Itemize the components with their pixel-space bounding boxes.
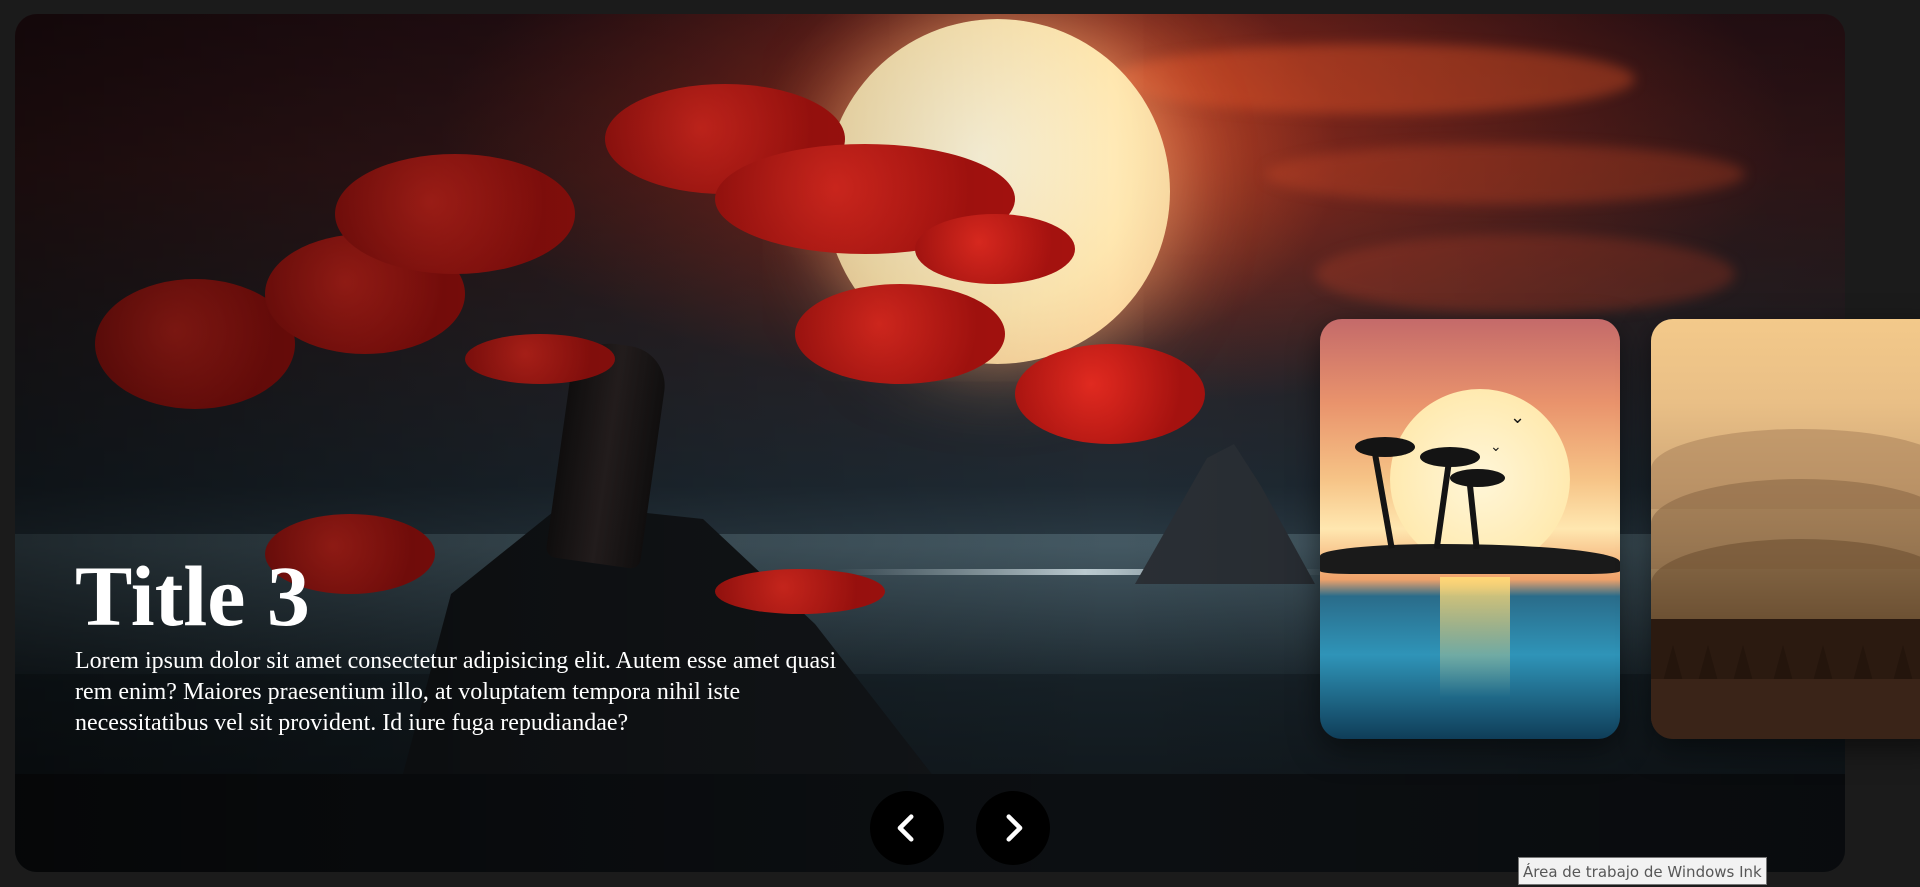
prev-slide-button[interactable] (870, 791, 944, 865)
slide-title: Title 3 (75, 548, 310, 644)
hill-shape (1651, 539, 1920, 629)
bird-icon: ⌄ (1510, 407, 1526, 428)
slide-description: Lorem ipsum dolor sit amet consectetur a… (75, 648, 837, 736)
thumbnail-card-sunset-island[interactable]: ⌄ ⌄ (1320, 319, 1620, 739)
windows-ink-tooltip: Área de trabajo de Windows Ink (1518, 857, 1767, 885)
chevron-right-icon (1006, 814, 1023, 842)
thumbnail-card-misty-forest[interactable] (1651, 319, 1920, 739)
palm-leaves-shape (1450, 469, 1505, 487)
palm-leaves-shape (1355, 437, 1415, 457)
ground-shape (1651, 679, 1920, 739)
palm-leaves-shape (1420, 447, 1480, 467)
chevron-left-icon (897, 814, 914, 842)
reflection-shape (1440, 577, 1510, 697)
bird-icon: ⌄ (1490, 439, 1502, 455)
next-slide-button[interactable] (976, 791, 1050, 865)
app-stage: Title 3 Lorem ipsum dolor sit amet conse… (0, 0, 1920, 887)
